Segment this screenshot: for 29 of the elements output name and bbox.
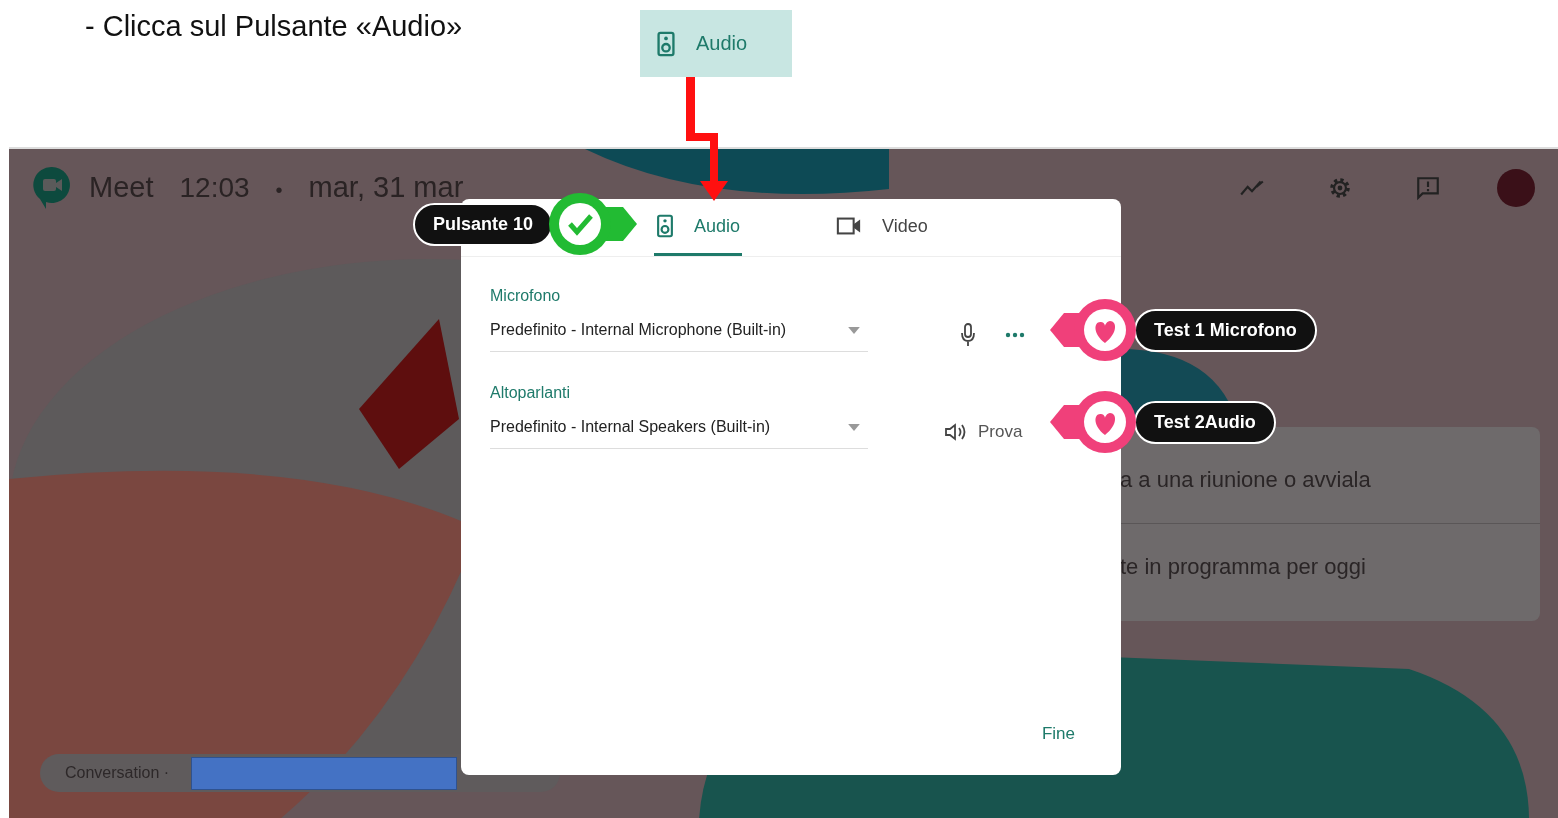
volume-icon <box>944 421 968 442</box>
app-name: Meet <box>89 171 154 204</box>
done-button[interactable]: Fine <box>1035 723 1081 745</box>
settings-icon[interactable] <box>1327 175 1353 201</box>
feedback-icon[interactable] <box>1415 175 1441 201</box>
device-dropdown[interactable]: Predefinito - Internal Microphone (Built-in) <box>490 317 868 352</box>
audio-button-sample: Audio <box>640 10 792 77</box>
annotation-label: Test 2Audio <box>1134 400 1276 444</box>
meet-logo-icon <box>32 165 72 209</box>
camera-icon <box>836 216 863 236</box>
speaker-icon <box>656 214 674 238</box>
section-label: Altoparlanti <box>490 384 572 402</box>
caret-icon <box>848 326 860 334</box>
microphone-icon[interactable] <box>960 322 976 347</box>
instruction-text: - Clicca sul Pulsante «Audio» <box>85 10 463 43</box>
more-options-icon[interactable] <box>1005 331 1025 338</box>
test-speaker-button[interactable]: Prova <box>944 421 1023 442</box>
section-label: Microfono <box>490 287 562 305</box>
clock-time: 12:03 <box>179 172 250 204</box>
device-dropdown[interactable]: Predefinito - Internal Speakers (Built-in) <box>490 414 868 449</box>
separator-dot: • <box>275 179 283 202</box>
date-text: mar, 31 mar <box>308 171 464 204</box>
card-row-text: te in programma per oggi <box>1119 553 1367 581</box>
avatar[interactable] <box>1497 169 1535 207</box>
annotation-label: Test 1 Microfono <box>1134 308 1317 352</box>
dialog-tab[interactable]: Video <box>834 199 930 256</box>
dialog-tab[interactable]: Audio <box>654 199 743 256</box>
speaker-icon <box>656 30 676 57</box>
caret-icon <box>848 423 860 431</box>
